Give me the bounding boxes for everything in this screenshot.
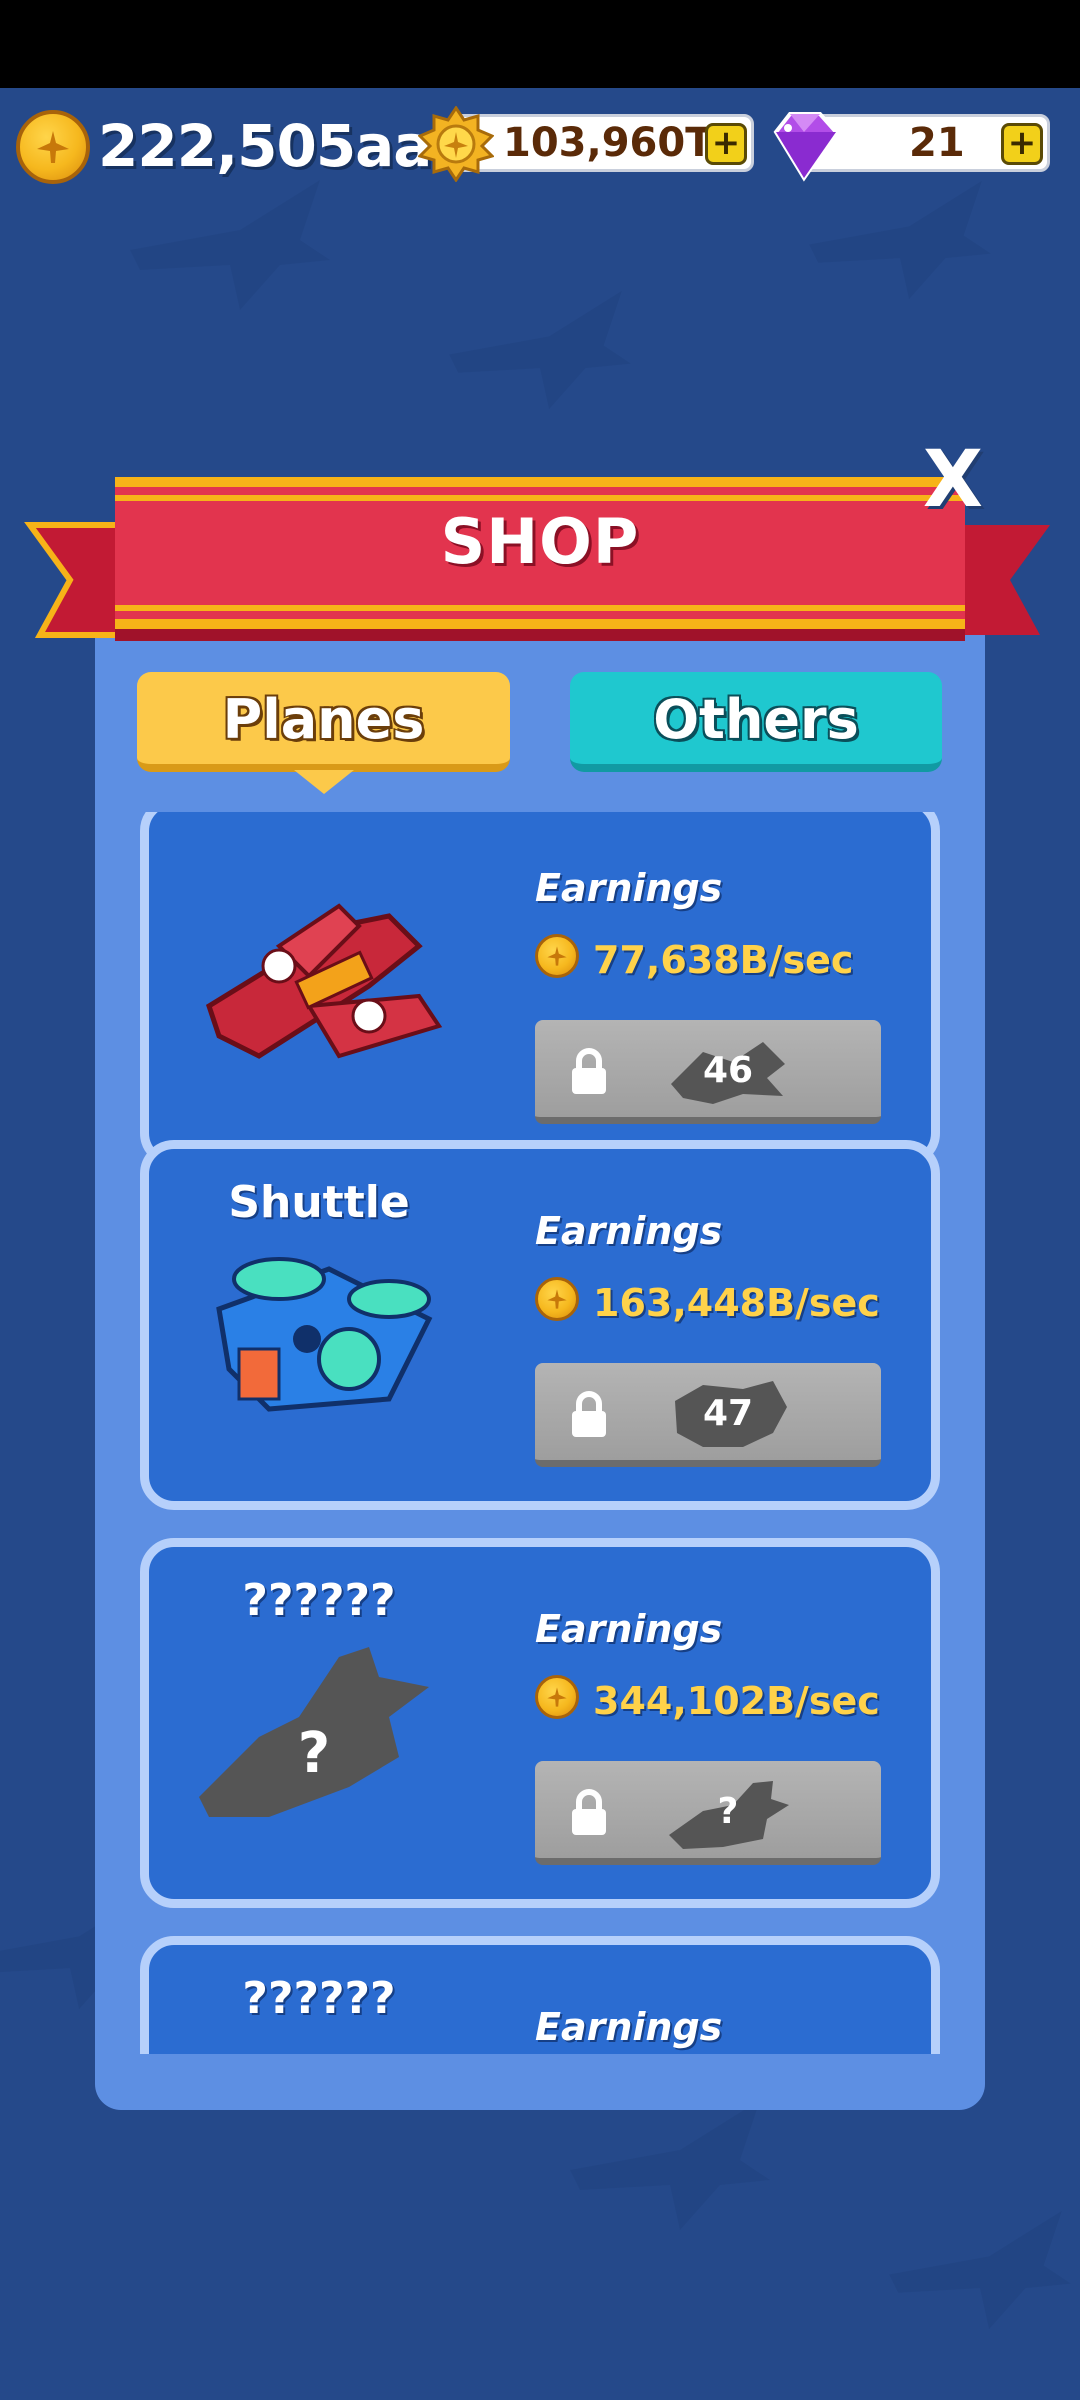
plane-name: Shuttle bbox=[228, 1177, 410, 1228]
lock-icon bbox=[572, 1789, 606, 1835]
lock-icon bbox=[572, 1048, 606, 1094]
locked-buy-button[interactable]: ? bbox=[535, 1761, 881, 1865]
earnings-rate: 344,102B/sec bbox=[593, 1679, 880, 1723]
tab-planes[interactable]: Planes bbox=[137, 672, 510, 772]
earnings-rate: 77,638B/sec bbox=[593, 938, 854, 982]
tab-others[interactable]: Others bbox=[570, 672, 942, 772]
plane-name: ?????? bbox=[242, 1973, 396, 2024]
svg-text:?: ? bbox=[298, 1721, 330, 1786]
earnings-label: Earnings bbox=[535, 2005, 723, 2049]
unlock-level: 46 bbox=[702, 1050, 754, 1091]
shuttle-plane-icon bbox=[216, 1257, 433, 1412]
earnings-label: Earnings bbox=[535, 866, 723, 910]
currency-bar: 222,505aa 103,960T + 21 + bbox=[0, 88, 1080, 208]
plane-list[interactable]: Earnings 77,638B/sec 46 Shuttle Earnings… bbox=[130, 812, 950, 2054]
add-gems-button[interactable]: + bbox=[1001, 123, 1043, 165]
medals-amount: 103,960T bbox=[503, 120, 713, 166]
background-plane-icon bbox=[889, 2210, 1071, 2330]
gold-coin-icon bbox=[535, 1277, 579, 1321]
earnings-rate: 163,448B/sec bbox=[593, 1281, 880, 1325]
earnings-label: Earnings bbox=[535, 1607, 723, 1651]
active-tab-pointer bbox=[294, 770, 354, 794]
background-plane-icon bbox=[570, 2100, 770, 2230]
plane-card: ?????? Earnings bbox=[140, 1936, 940, 2054]
gold-coin-icon bbox=[16, 110, 90, 184]
unknown-plane-silhouette-icon: ? bbox=[199, 1647, 429, 1817]
unlock-level: 47 bbox=[702, 1393, 754, 1434]
lock-icon bbox=[572, 1391, 606, 1437]
plane-name: ?????? bbox=[242, 1575, 396, 1626]
gems-amount: 21 bbox=[909, 120, 965, 166]
medal-icon bbox=[418, 106, 494, 182]
red-plane-icon bbox=[206, 903, 443, 1059]
locked-buy-button[interactable]: 46 bbox=[535, 1020, 881, 1124]
add-medals-button[interactable]: + bbox=[705, 123, 747, 165]
status-bar bbox=[0, 0, 1080, 88]
background-plane-icon bbox=[449, 290, 631, 410]
plane-card: Shuttle Earnings 163,448B/sec 47 bbox=[140, 1140, 940, 1510]
close-button[interactable]: X bbox=[918, 440, 988, 520]
gem-icon bbox=[773, 112, 839, 182]
unlock-level: ? bbox=[717, 1791, 739, 1832]
earnings-label: Earnings bbox=[535, 1209, 723, 1253]
gold-amount: 222,505aa bbox=[98, 112, 432, 180]
plane-card: Earnings 77,638B/sec 46 bbox=[140, 812, 940, 1167]
locked-buy-button[interactable]: 47 bbox=[535, 1363, 881, 1467]
plane-card: ?????? ? Earnings 344,102B/sec ? bbox=[140, 1538, 940, 1908]
gold-coin-icon bbox=[535, 934, 579, 978]
gold-coin-icon bbox=[535, 1675, 579, 1719]
